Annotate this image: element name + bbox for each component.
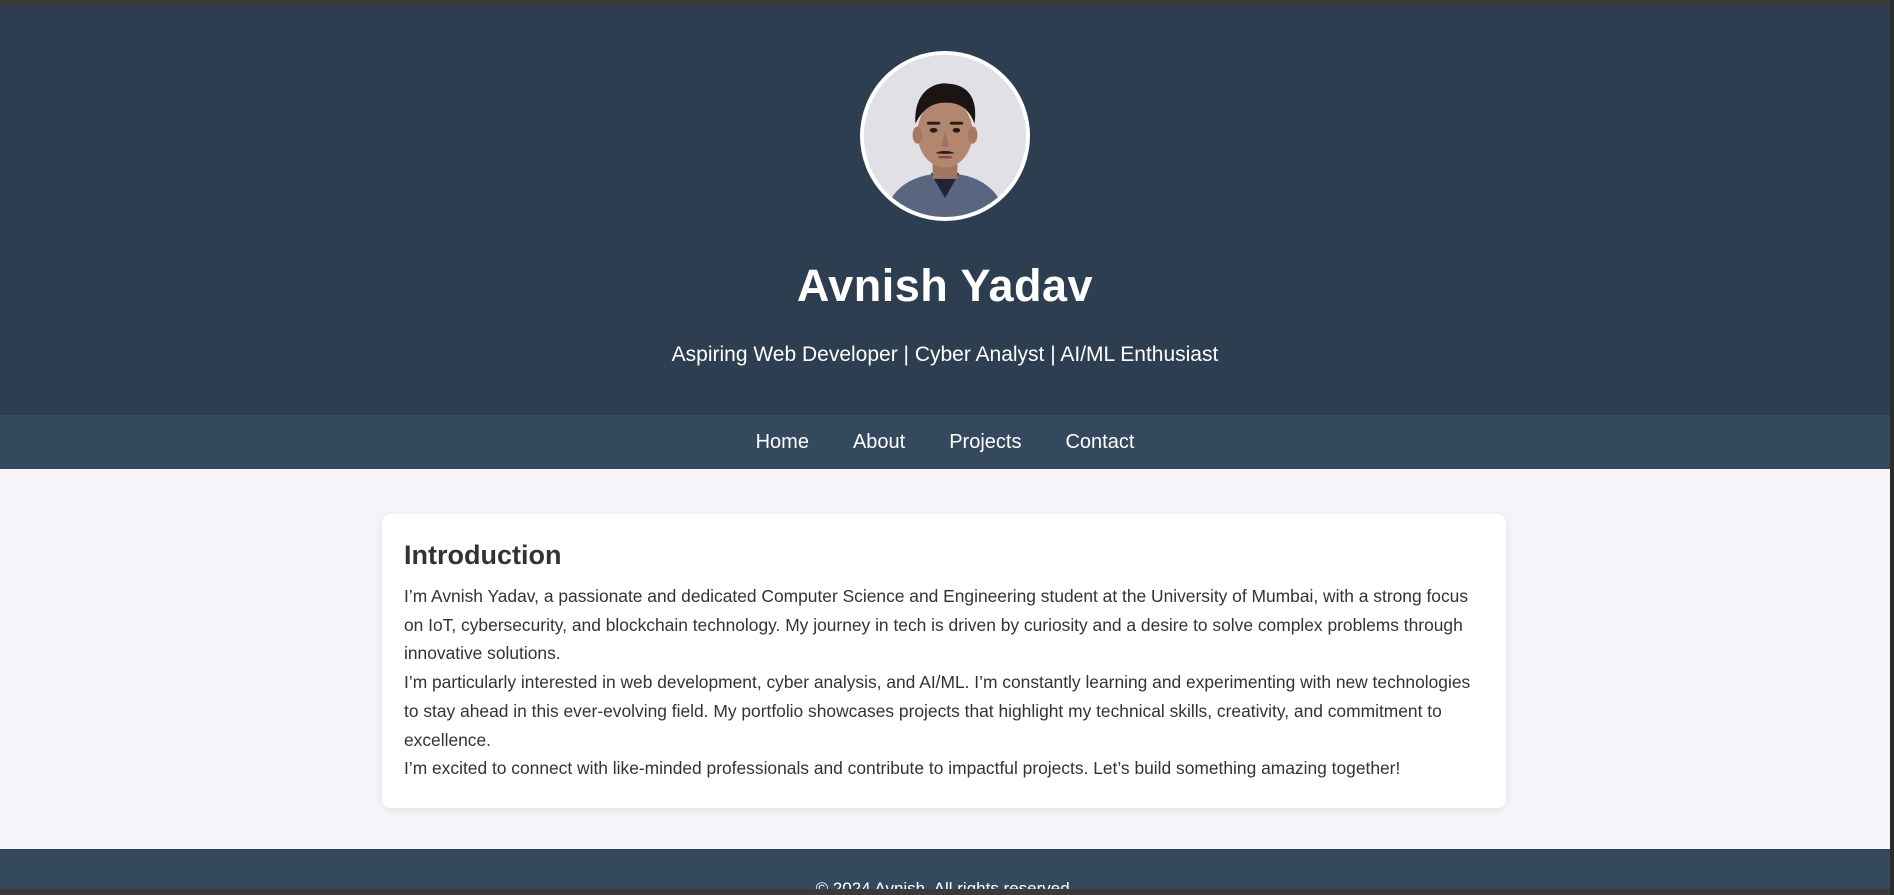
profile-header: Avnish Yadav Aspiring Web Developer | Cy…	[0, 6, 1890, 415]
copyright-text: © 2024 Avnish. All rights reserved.	[815, 879, 1075, 889]
main-navigation: Home About Projects Contact	[0, 415, 1890, 469]
intro-paragraph: I’m excited to connect with like-minded …	[404, 758, 1401, 779]
nav-link-projects[interactable]: Projects	[949, 431, 1021, 454]
nav-link-about[interactable]: About	[853, 431, 905, 454]
window-edge	[1890, 0, 1894, 895]
site-footer: © 2024 Avnish. All rights reserved.	[0, 849, 1890, 889]
nav-link-contact[interactable]: Contact	[1065, 431, 1134, 454]
profile-name: Avnish Yadav	[796, 260, 1094, 311]
profile-tagline: Aspiring Web Developer | Cyber Analyst |…	[671, 343, 1219, 366]
page-viewport: Avnish Yadav Aspiring Web Developer | Cy…	[0, 6, 1890, 889]
profile-avatar	[860, 51, 1030, 221]
avatar-photo-icon	[864, 55, 1026, 217]
introduction-card: Introduction I’m Avnish Yadav, a passion…	[382, 514, 1506, 808]
nav-link-home[interactable]: Home	[756, 431, 809, 454]
intro-paragraph: I’m particularly interested in web devel…	[404, 672, 1471, 750]
intro-paragraph: I’m Avnish Yadav, a passionate and dedic…	[404, 586, 1469, 664]
introduction-heading: Introduction	[404, 540, 562, 570]
